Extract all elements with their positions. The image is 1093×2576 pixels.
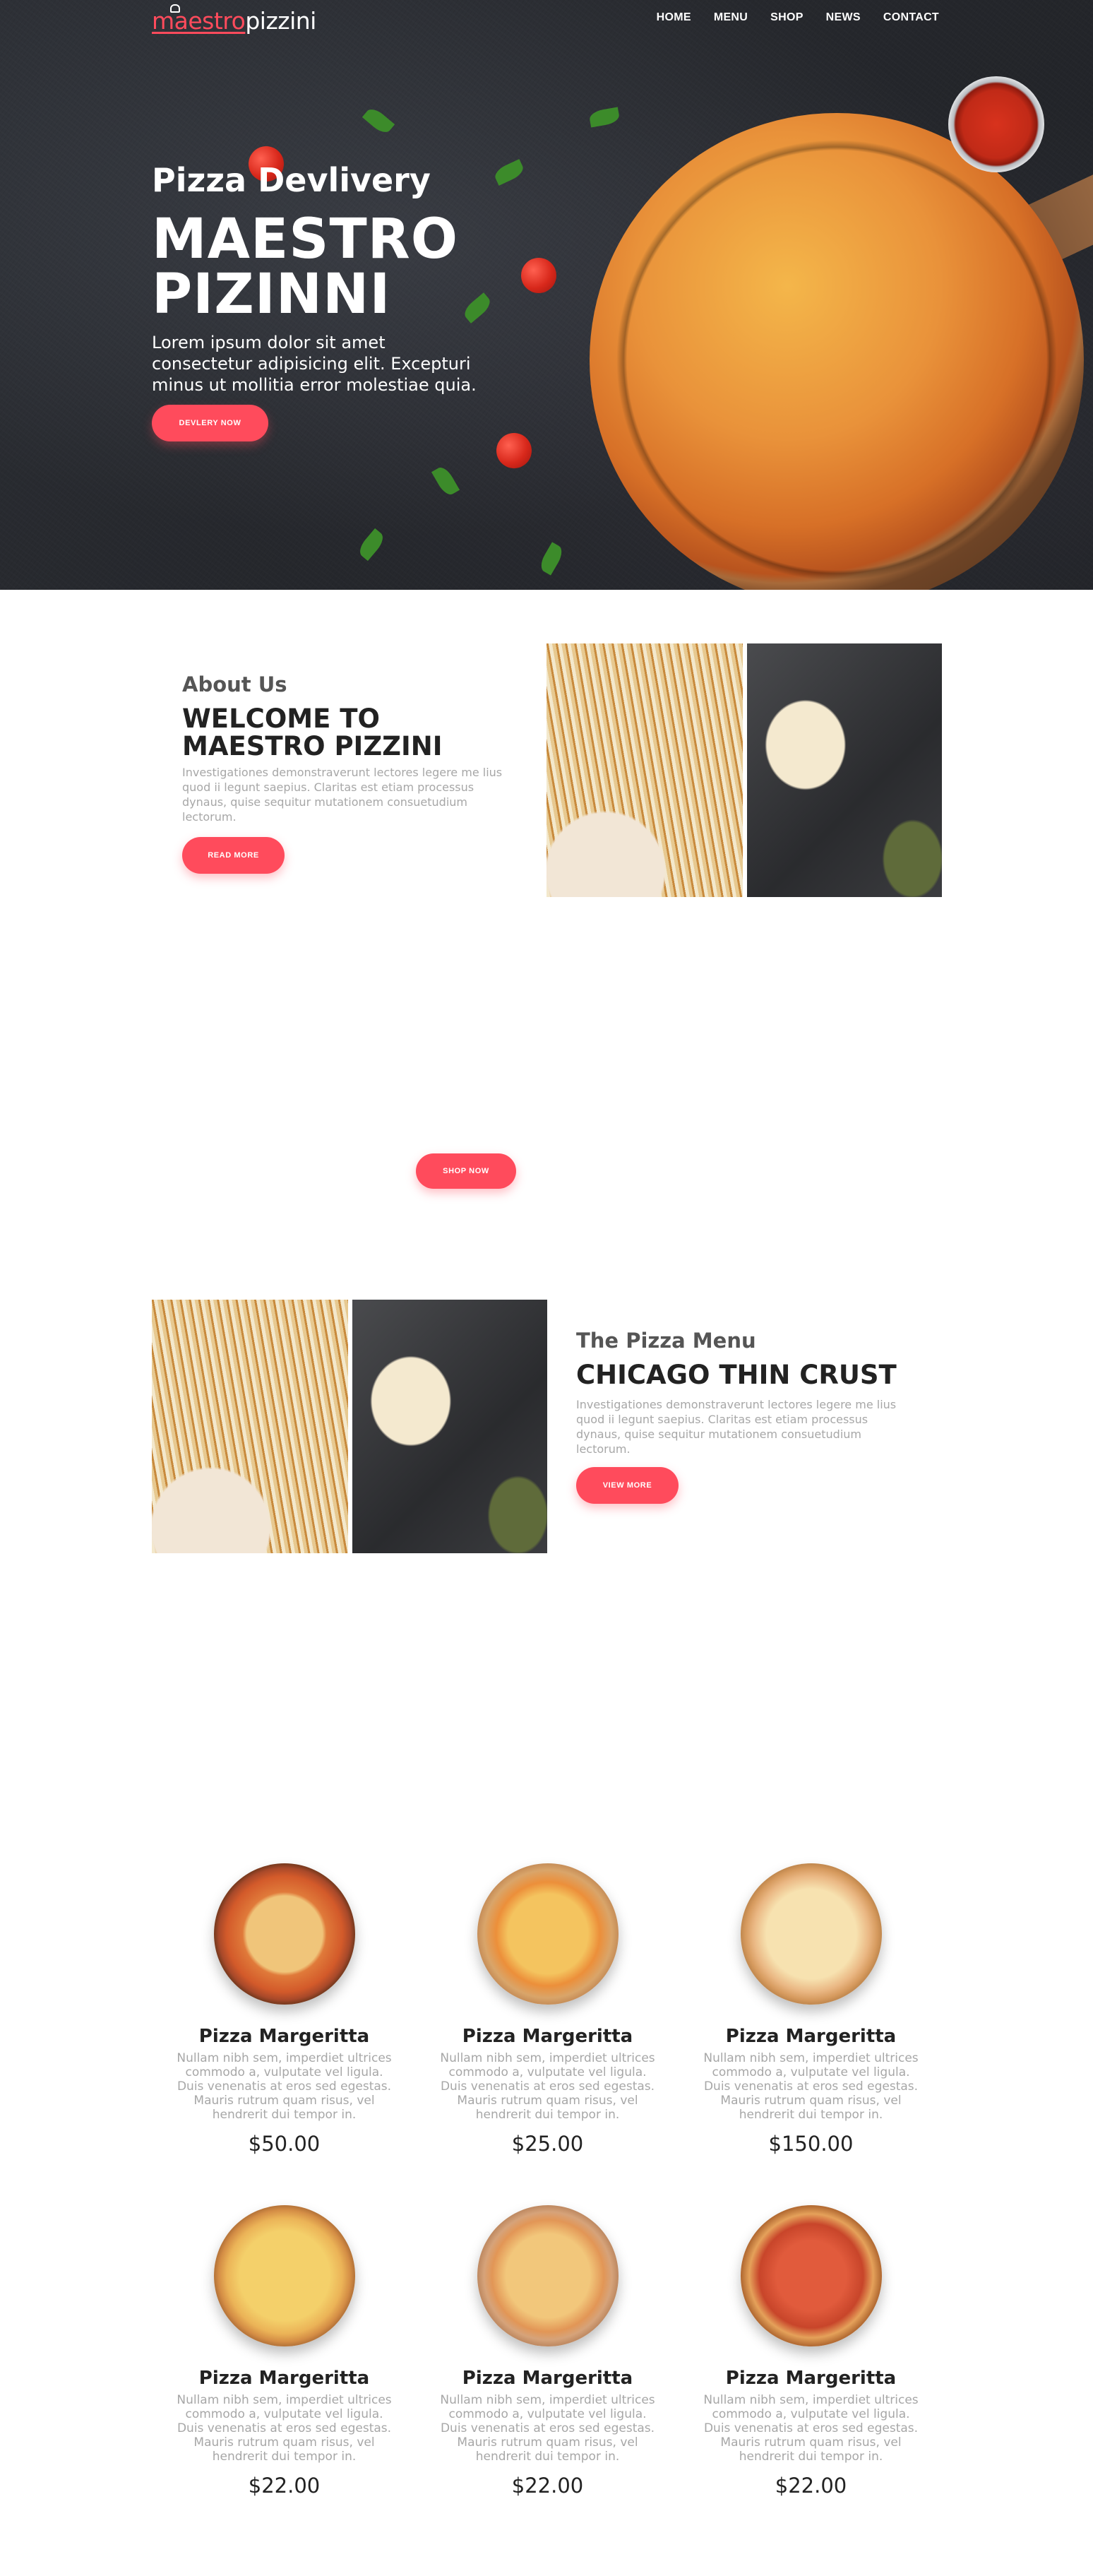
- menu-kicker: The Pizza Menu: [576, 1329, 756, 1353]
- hero-subtitle: Pizza Devlivery: [152, 161, 431, 199]
- tomato-image: [496, 433, 532, 468]
- nav-news-link[interactable]: NEWS: [826, 11, 861, 30]
- product-price: $22.00: [775, 2474, 847, 2498]
- product-description: Nullam nibh sem, imperdiet ultrices comm…: [177, 2393, 392, 2464]
- menu-cheese-left-image: [152, 1300, 348, 1553]
- about-cheese-pull-image: [546, 643, 942, 897]
- menu-title: CHICAGO THIN CRUST: [576, 1360, 897, 1390]
- hero-title: MAESTRO PIZINNI: [152, 212, 458, 322]
- product-price: $50.00: [248, 2132, 321, 2156]
- logo-text-pizzini: pizzini: [245, 7, 316, 35]
- about-text: Investigationes demonstraverunt lectores…: [182, 766, 503, 824]
- product-card[interactable]: Pizza Margeritta Nullam nibh sem, imperd…: [173, 2205, 395, 2498]
- product-card[interactable]: Pizza Margeritta Nullam nibh sem, imperd…: [700, 2205, 922, 2498]
- about-title-line2: MAESTRO PIZZINI: [182, 731, 443, 761]
- product-card[interactable]: Pizza Margeritta Nullam nibh sem, imperd…: [436, 1863, 659, 2156]
- menu-text: Investigationes demonstraverunt lectores…: [576, 1398, 897, 1456]
- about-kicker: About Us: [182, 672, 287, 696]
- product-card[interactable]: Pizza Margeritta Nullam nibh sem, imperd…: [173, 1863, 395, 2156]
- site-logo[interactable]: maestropizzini: [152, 4, 316, 42]
- read-more-button[interactable]: READ MORE: [182, 837, 285, 874]
- hero-text: Lorem ipsum dolor sit amet consectetur a…: [152, 333, 477, 395]
- pizza-image: [213, 1863, 355, 2005]
- cheese-pull-right-image: [747, 643, 942, 897]
- menu-cheese-pull-image: [152, 1300, 547, 1553]
- product-description: Nullam nibh sem, imperdiet ultrices comm…: [440, 2051, 655, 2122]
- product-name: Pizza Margeritta: [725, 2368, 897, 2389]
- product-card[interactable]: Pizza Margeritta Nullam nibh sem, imperd…: [436, 2205, 659, 2498]
- product-name: Pizza Margeritta: [198, 2026, 370, 2047]
- product-description: Nullam nibh sem, imperdiet ultrices comm…: [440, 2393, 655, 2464]
- pizza-image: [740, 1863, 882, 2005]
- logo-text-maestro: maestro: [152, 7, 246, 35]
- menu-cheese-right-image: [352, 1300, 547, 1553]
- chef-hat-icon: [170, 4, 180, 13]
- hero-title-line2: PIZINNI: [152, 263, 391, 326]
- about-title-line1: WELCOME TO: [182, 704, 380, 734]
- tomato-image: [521, 258, 556, 293]
- product-price: $150.00: [768, 2132, 854, 2156]
- hero-title-line1: MAESTRO: [152, 208, 459, 271]
- product-description: Nullam nibh sem, imperdiet ultrices comm…: [703, 2393, 919, 2464]
- hero-pizza-image: [590, 113, 1084, 590]
- product-card[interactable]: Pizza Margeritta Nullam nibh sem, imperd…: [700, 1863, 922, 2156]
- product-name: Pizza Margeritta: [462, 2026, 633, 2047]
- main-nav: HOME MENU SHOP NEWS CONTACT: [657, 11, 939, 30]
- pizza-image: [740, 2205, 882, 2346]
- pizza-image: [213, 2205, 355, 2346]
- pizza-image: [477, 1863, 619, 2005]
- delivery-now-button[interactable]: DEVLERY NOW: [152, 405, 268, 441]
- product-description: Nullam nibh sem, imperdiet ultrices comm…: [177, 2051, 392, 2122]
- product-name: Pizza Margeritta: [198, 2368, 370, 2389]
- sauce-bowl-image: [948, 76, 1044, 172]
- nav-shop-link[interactable]: SHOP: [770, 11, 804, 30]
- pizza-image: [477, 2205, 619, 2346]
- cheese-pull-left-image: [546, 643, 743, 897]
- view-more-button[interactable]: VIEW MORE: [576, 1467, 679, 1504]
- product-description: Nullam nibh sem, imperdiet ultrices comm…: [703, 2051, 919, 2122]
- product-price: $25.00: [511, 2132, 584, 2156]
- nav-home-link[interactable]: HOME: [657, 11, 691, 30]
- product-price: $22.00: [511, 2474, 584, 2498]
- about-title: WELCOME TO MAESTRO PIZZINI: [182, 705, 442, 760]
- nav-menu-link[interactable]: MENU: [714, 11, 748, 30]
- shop-now-button[interactable]: SHOP NOW: [416, 1153, 516, 1189]
- product-name: Pizza Margeritta: [462, 2368, 633, 2389]
- product-name: Pizza Margeritta: [725, 2026, 897, 2047]
- nav-contact-link[interactable]: CONTACT: [883, 11, 939, 30]
- hero-section: maestropizzini HOME MENU SHOP NEWS CONTA…: [0, 0, 1093, 590]
- product-price: $22.00: [248, 2474, 321, 2498]
